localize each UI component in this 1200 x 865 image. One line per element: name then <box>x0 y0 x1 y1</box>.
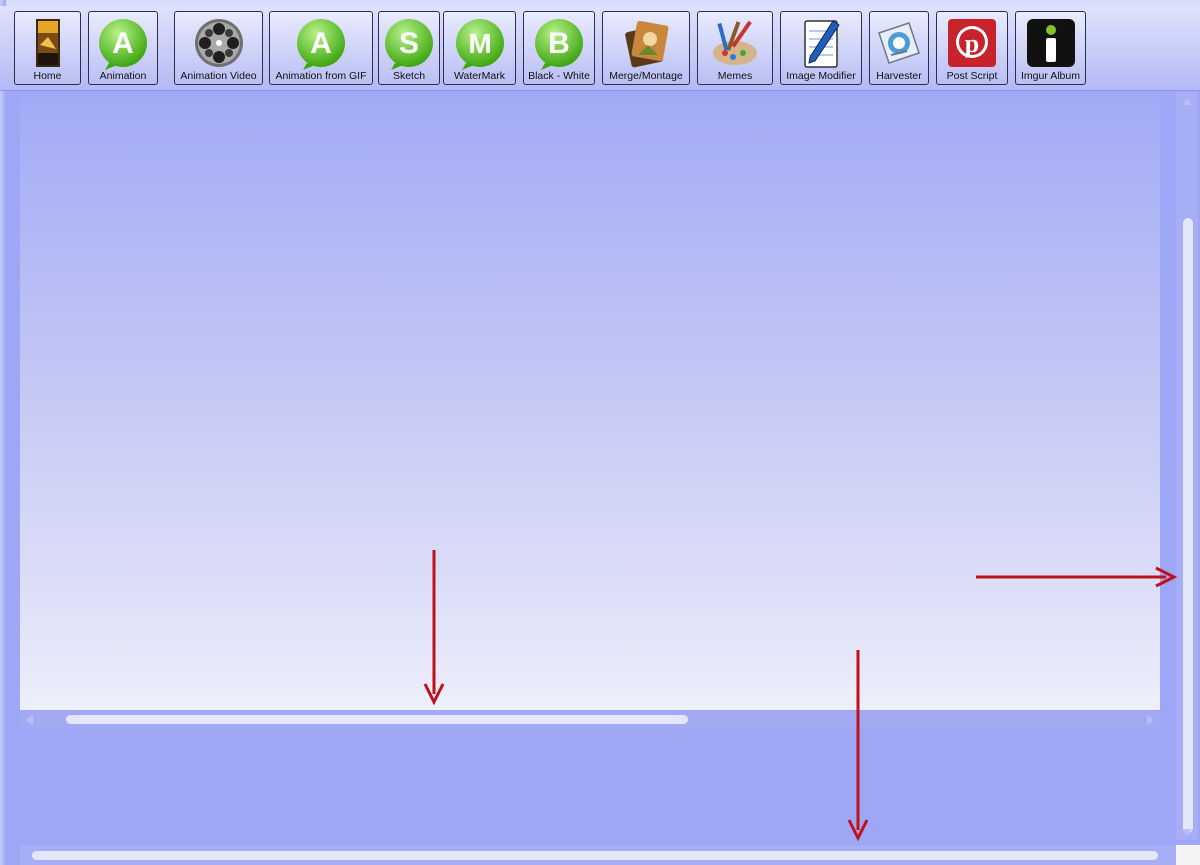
annotation-arrow-right-vertical-scrollbar <box>976 566 1178 588</box>
annotation-arrow-down-window-scrollbar <box>847 650 869 842</box>
annotation-arrows <box>423 550 1178 842</box>
annotation-arrow-down-content-scrollbar <box>423 550 445 706</box>
